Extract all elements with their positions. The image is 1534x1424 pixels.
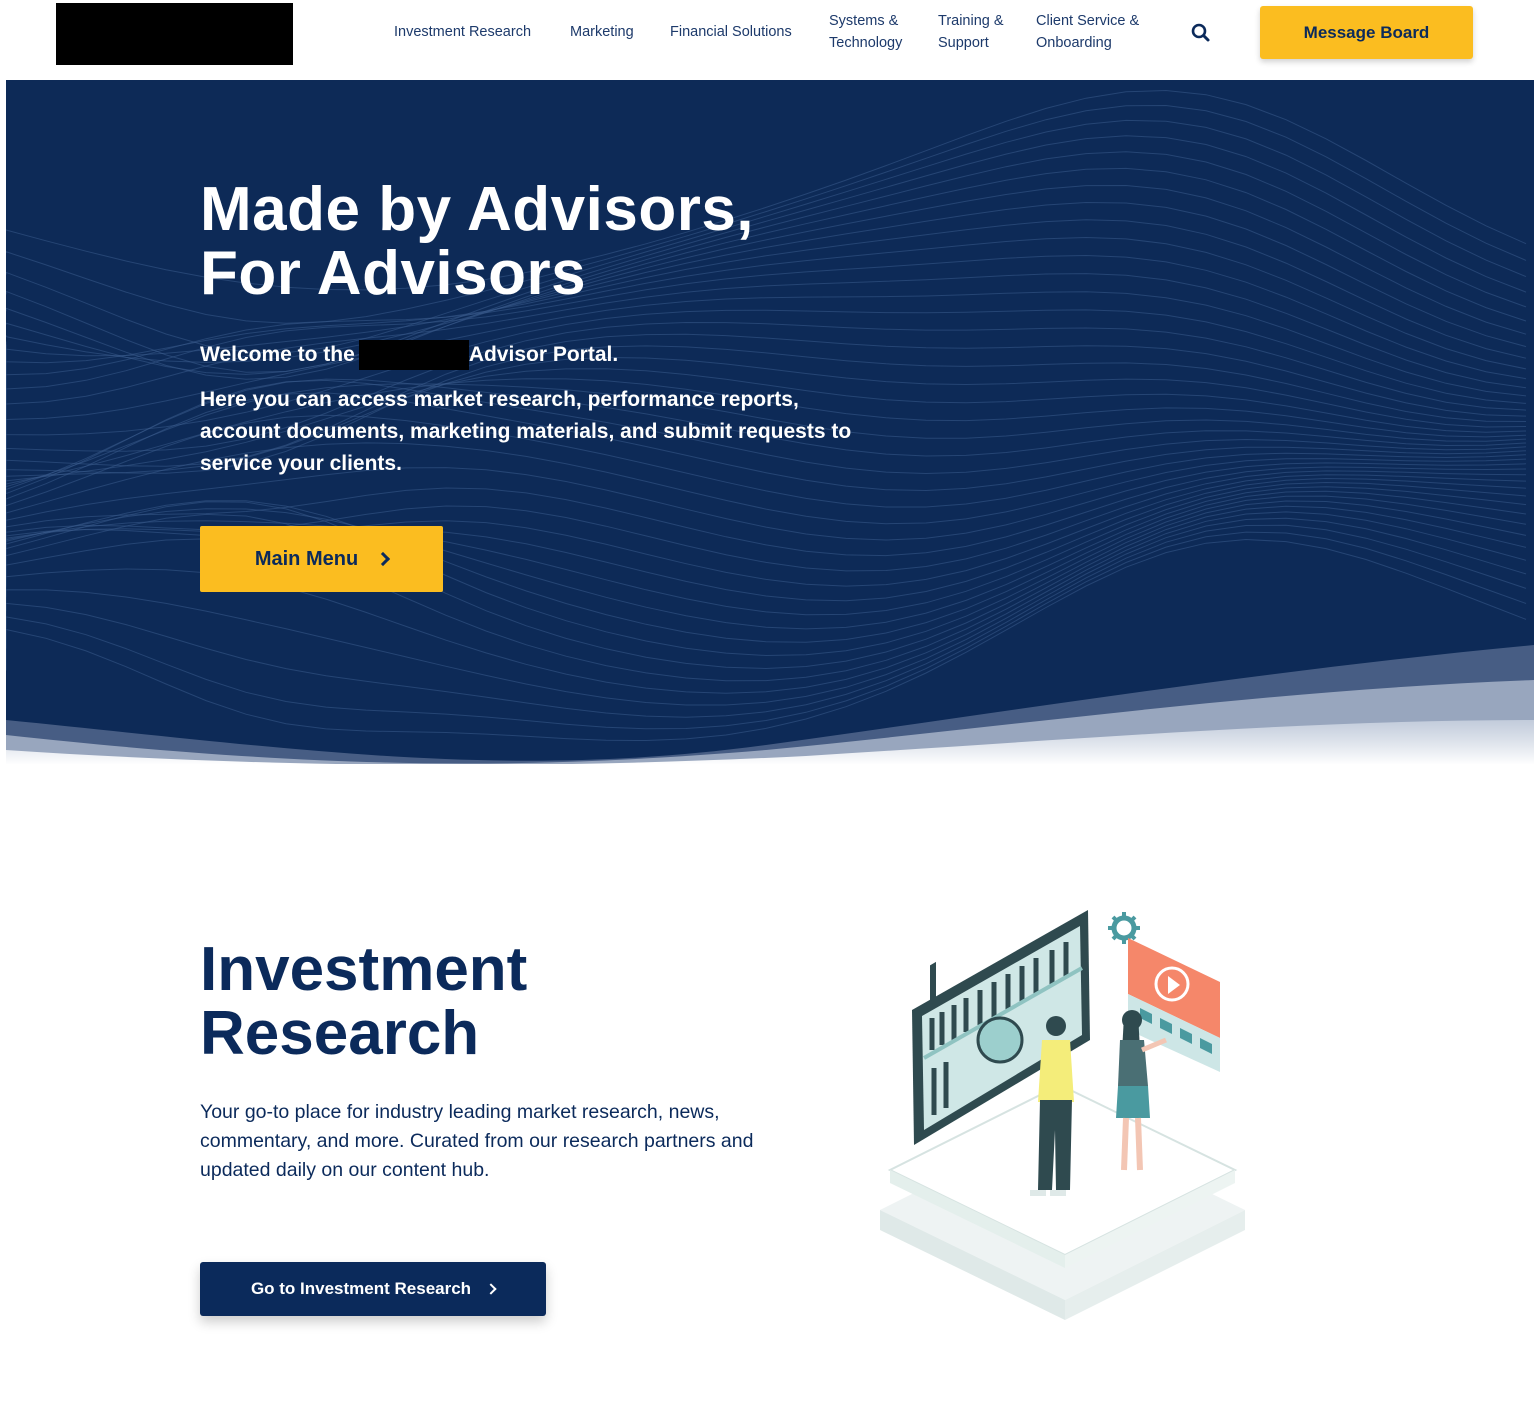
nav-client-service-line1: Client Service & — [1036, 13, 1140, 29]
investment-research-title: Investment Research — [200, 938, 527, 1066]
main-menu-label: Main Menu — [254, 547, 359, 570]
hero-title-line2: For Advisors — [200, 239, 587, 308]
welcome-suffix: Advisor Portal. — [468, 343, 619, 366]
hero-description: Here you can access market research, per… — [200, 388, 852, 475]
ir-title-line2: Research — [200, 999, 480, 1068]
nav-client-service-line2: Onboarding — [1036, 35, 1112, 51]
nav-systems-technology[interactable]: Systems & Technology — [829, 10, 902, 54]
nav-systems-technology-line2: Technology — [829, 35, 903, 51]
nav-marketing[interactable]: Marketing — [570, 21, 634, 43]
chevron-right-icon — [485, 1283, 497, 1295]
hero-title: Made by Advisors, For Advisors — [200, 178, 754, 306]
nav-financial-solutions[interactable]: Financial Solutions — [670, 21, 792, 43]
message-board-button[interactable]: Message Board — [1260, 6, 1473, 59]
nav-investment-research[interactable]: Investment Research — [394, 21, 531, 43]
nav-training-support-line1: Training & — [938, 13, 1004, 29]
search-icon[interactable] — [1188, 20, 1214, 46]
nav-training-support-line2: Support — [938, 35, 989, 51]
nav-training-support[interactable]: Training & Support — [938, 10, 1004, 54]
site-header: Investment Research Marketing Financial … — [0, 0, 1534, 80]
redacted-brand-name — [358, 340, 469, 370]
hero-title-line1: Made by Advisors, — [200, 175, 755, 244]
nav-client-service-onboarding[interactable]: Client Service & Onboarding — [1036, 10, 1139, 54]
hero-banner: Made by Advisors, For Advisors Welcome t… — [6, 80, 1534, 764]
ir-title-line1: Investment — [200, 935, 528, 1004]
chevron-right-icon — [376, 551, 391, 567]
go-to-investment-research-button[interactable]: Go to Investment Research — [200, 1262, 546, 1316]
main-menu-button[interactable]: Main Menu — [200, 526, 443, 592]
investment-research-description: Your go-to place for industry leading ma… — [200, 1101, 754, 1181]
logo-redacted[interactable] — [56, 3, 293, 65]
go-to-investment-research-label: Go to Investment Research — [250, 1279, 472, 1298]
welcome-prefix: Welcome to the — [200, 343, 355, 366]
nav-systems-technology-line1: Systems & — [829, 13, 899, 29]
research-library-illustration — [880, 910, 1245, 1320]
hero-welcome-line: Welcome to the Advisor Portal. — [200, 340, 618, 370]
